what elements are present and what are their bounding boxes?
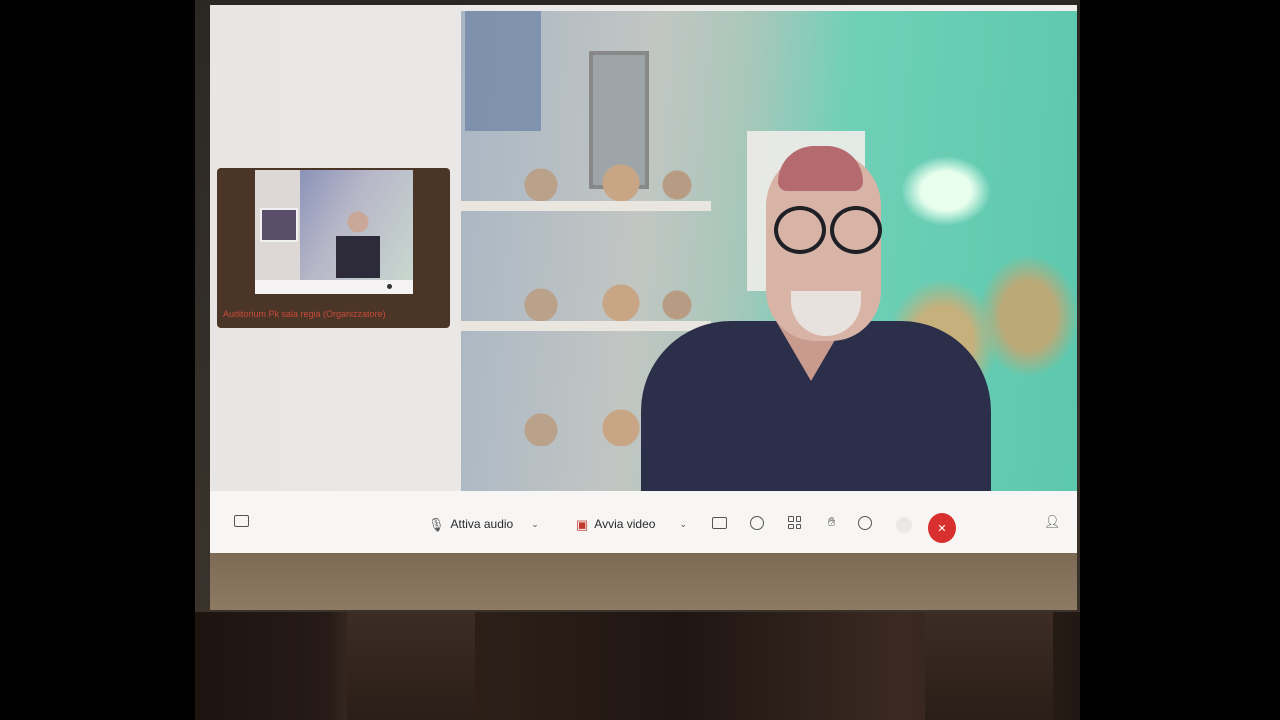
leave-meeting-button[interactable]: ✕ [928,513,956,543]
speaker-cap [778,146,863,191]
participants-button[interactable]: 👤︎ [1044,515,1061,528]
stage-area [195,612,1080,720]
stage-pillar-left [347,612,475,720]
projected-screen: Auditorium Pk sala regia (Organizzatore) [210,5,1077,610]
screen-bottom-band [210,553,1077,610]
grid-layout-icon [788,516,801,529]
meeting-toolbar: 🎙︎ Attiva audio ⌄ ▣ Avvia video ⌄ ✋︎ ✕ 👤… [210,491,1077,553]
mini-toolbar [255,280,413,294]
audio-label: Attiva audio [450,517,514,531]
speaker-glasses [774,206,884,254]
wall-painting [465,11,541,131]
meeting-window: Auditorium Pk sala regia (Organizzatore) [210,5,1077,553]
chat-icon [234,515,249,527]
mini-thumbnail [260,208,298,242]
raise-hand-button[interactable]: ✋︎ [828,515,835,528]
video-button[interactable]: ▣ Avvia video ⌄ [576,517,687,531]
self-view-caption: Auditorium Pk sala regia (Organizzatore) [223,309,386,319]
chat-button[interactable] [234,515,249,527]
share-button[interactable] [712,517,727,529]
mini-person [336,208,380,278]
participants-icon: 👤︎ [1044,514,1061,529]
video-label: Avvia video [594,517,656,531]
glasses-lens-left [774,206,826,254]
stage-pillar-right [925,612,1053,720]
mini-video-feed [300,170,413,280]
share-screen-icon [712,517,727,529]
reactions-icon [858,516,872,530]
layout-button[interactable] [788,516,801,529]
self-view-preview [255,170,413,294]
reactions-button[interactable] [858,516,872,530]
more-options-button[interactable] [896,517,912,533]
glasses-lens-right [830,206,882,254]
chevron-down-icon[interactable]: ⌄ [531,519,539,529]
camera-off-icon: ▣ [576,516,589,532]
background-right [1080,0,1280,720]
main-video-feed [461,11,1077,491]
record-button[interactable] [750,516,764,530]
speaker [641,141,991,491]
mini-leave-dot [387,284,392,289]
background-left [0,0,195,720]
record-icon [750,516,764,530]
close-icon: ✕ [937,522,947,535]
raise-hand-icon: ✋︎ [828,514,836,529]
self-view-tile[interactable]: Auditorium Pk sala regia (Organizzatore) [217,168,450,328]
microphone-muted-icon: 🎙︎ [428,516,445,532]
chevron-down-icon[interactable]: ⌄ [679,519,687,529]
audio-button[interactable]: 🎙︎ Attiva audio ⌄ [428,517,539,531]
